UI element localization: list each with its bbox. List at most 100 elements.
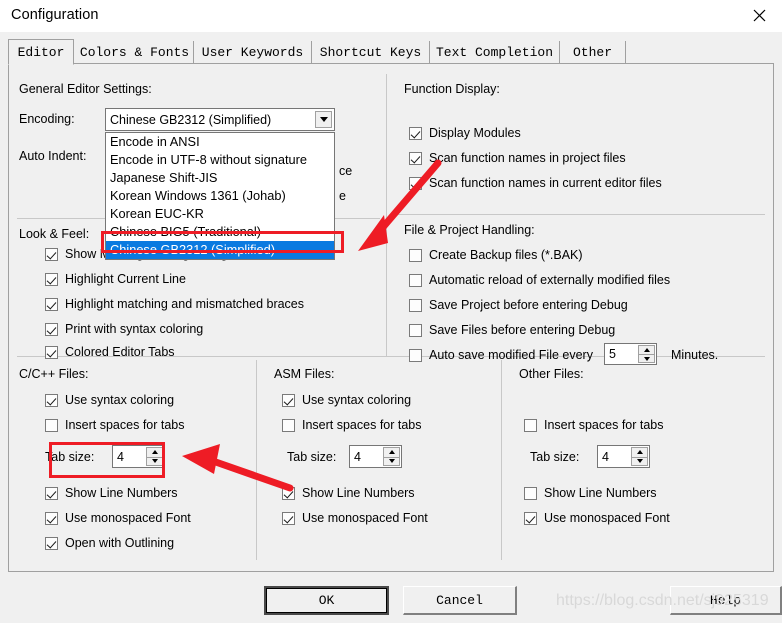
chevron-down-icon[interactable]: [315, 111, 332, 128]
checkbox-row-save-files-before-debug[interactable]: Save Files before entering Debug: [409, 323, 615, 337]
stepper-down-icon[interactable]: [383, 456, 400, 466]
checkbox-row-cpp-use-monospaced-font[interactable]: Use monospaced Font: [45, 511, 191, 525]
autosave-minutes-value[interactable]: 5: [605, 344, 638, 364]
checkbox-icon[interactable]: [409, 126, 422, 140]
checkbox-icon[interactable]: [409, 348, 422, 362]
asm-tab-size-value[interactable]: 4: [350, 446, 383, 467]
stepper-up-icon[interactable]: [146, 447, 163, 457]
checkbox-icon[interactable]: [282, 418, 295, 432]
checkbox-row-automatic-reload[interactable]: Automatic reload of externally modified …: [409, 273, 670, 287]
checkbox-label: Use syntax coloring: [302, 393, 412, 407]
checkbox-row-other-show-line-numbers[interactable]: Show Line Numbers: [524, 486, 657, 500]
checkbox-icon[interactable]: [45, 247, 58, 261]
checkbox-icon[interactable]: [45, 511, 58, 525]
checkbox-row-cpp-use-syntax-coloring[interactable]: Use syntax coloring: [45, 393, 174, 407]
dropdown-item-5[interactable]: Chinese BIG5 (Traditional): [106, 223, 334, 241]
watermark-text: https://blog.csdn.net/sj925319: [556, 592, 769, 609]
checkbox-icon[interactable]: [45, 536, 58, 550]
stepper-up-icon[interactable]: [631, 447, 648, 457]
checkbox-row-create-backup-files[interactable]: Create Backup files (*.BAK): [409, 248, 583, 262]
checkbox-row-cpp-insert-spaces-for-tabs[interactable]: Insert spaces for tabs: [45, 418, 185, 432]
checkbox-label: Insert spaces for tabs: [302, 418, 422, 432]
checkbox-label: Insert spaces for tabs: [544, 418, 664, 432]
cpp-tab-size-stepper[interactable]: 4: [112, 445, 165, 468]
tab-shortcut-keys[interactable]: Shortcut Keys: [312, 41, 430, 64]
checkbox-row-highlight-braces[interactable]: Highlight matching and mismatched braces: [45, 297, 304, 311]
title-bar: Configuration: [0, 0, 782, 33]
checkbox-label: Use monospaced Font: [302, 511, 428, 525]
dropdown-item-3[interactable]: Korean Windows 1361 (Johab): [106, 187, 334, 205]
cpp-tab-size-value[interactable]: 4: [113, 446, 146, 467]
checkbox-label: Show Line Numbers: [302, 486, 415, 500]
stepper-down-icon[interactable]: [631, 456, 648, 466]
checkbox-icon[interactable]: [282, 511, 295, 525]
checkbox-label: Show Line Numbers: [65, 486, 178, 500]
encoding-dropdown-list[interactable]: Encode in ANSI Encode in UTF-8 without s…: [105, 132, 335, 260]
dropdown-item-1[interactable]: Encode in UTF-8 without signature: [106, 151, 334, 169]
asm-tab-size-stepper[interactable]: 4: [349, 445, 402, 468]
checkbox-row-other-insert-spaces-for-tabs[interactable]: Insert spaces for tabs: [524, 418, 664, 432]
cpp-files-label: C/C++ Files:: [19, 367, 89, 381]
checkbox-row-save-project-before-debug[interactable]: Save Project before entering Debug: [409, 298, 628, 312]
checkbox-row-print-syntax-coloring[interactable]: Print with syntax coloring: [45, 322, 203, 336]
configuration-dialog: Configuration Editor Colors & Fonts User…: [0, 0, 782, 623]
ok-button[interactable]: OK: [264, 586, 389, 615]
checkbox-icon[interactable]: [409, 273, 422, 287]
tab-text-completion[interactable]: Text Completion: [430, 41, 560, 64]
checkbox-icon[interactable]: [45, 393, 58, 407]
checkbox-row-asm-insert-spaces-for-tabs[interactable]: Insert spaces for tabs: [282, 418, 422, 432]
checkbox-icon[interactable]: [45, 345, 58, 359]
checkbox-icon[interactable]: [45, 322, 58, 336]
checkbox-icon[interactable]: [524, 418, 537, 432]
other-tab-size-value[interactable]: 4: [598, 446, 631, 467]
stepper-down-icon[interactable]: [638, 354, 655, 363]
vertical-divider-cpp-asm: [256, 360, 257, 560]
checkbox-row-other-use-monospaced-font[interactable]: Use monospaced Font: [524, 511, 670, 525]
checkbox-icon[interactable]: [409, 248, 422, 262]
editor-settings-panel: General Editor Settings: Encoding: Auto …: [8, 63, 774, 572]
tab-colors-fonts[interactable]: Colors & Fonts: [76, 41, 194, 64]
checkbox-icon[interactable]: [409, 323, 422, 337]
checkbox-row-asm-use-monospaced-font[interactable]: Use monospaced Font: [282, 511, 428, 525]
checkbox-row-cpp-open-with-outlining[interactable]: Open with Outlining: [45, 536, 174, 550]
checkbox-icon[interactable]: [45, 418, 58, 432]
dropdown-item-6-selected[interactable]: Chinese GB2312 (Simplified): [106, 241, 334, 259]
checkbox-icon[interactable]: [409, 151, 422, 165]
checkbox-icon[interactable]: [45, 486, 58, 500]
dropdown-item-4[interactable]: Korean EUC-KR: [106, 205, 334, 223]
triangle-up-glyph: [636, 450, 643, 455]
dropdown-item-2[interactable]: Japanese Shift-JIS: [106, 169, 334, 187]
tab-user-keywords[interactable]: User Keywords: [194, 41, 312, 64]
checkbox-icon[interactable]: [45, 297, 58, 311]
checkbox-icon[interactable]: [45, 272, 58, 286]
checkbox-row-asm-show-line-numbers[interactable]: Show Line Numbers: [282, 486, 415, 500]
other-tab-size-stepper[interactable]: 4: [597, 445, 650, 468]
checkbox-icon[interactable]: [409, 298, 422, 312]
stepper-up-icon[interactable]: [383, 447, 400, 457]
encoding-combobox-value: Chinese GB2312 (Simplified): [110, 112, 272, 127]
checkbox-row-display-modules[interactable]: Display Modules: [409, 126, 521, 140]
checkbox-label: Scan function names in project files: [429, 151, 626, 165]
checkbox-row-asm-use-syntax-coloring[interactable]: Use syntax coloring: [282, 393, 411, 407]
checkbox-row-cpp-show-line-numbers[interactable]: Show Line Numbers: [45, 486, 178, 500]
tab-other[interactable]: Other: [560, 41, 626, 64]
checkbox-row-scan-project-files[interactable]: Scan function names in project files: [409, 151, 626, 165]
checkbox-icon[interactable]: [524, 511, 537, 525]
close-icon[interactable]: [736, 0, 782, 31]
checkbox-row-auto-save-modified-file[interactable]: Auto save modified File every: [409, 348, 593, 362]
tab-editor[interactable]: Editor: [8, 39, 74, 65]
checkbox-icon[interactable]: [282, 393, 295, 407]
checkbox-row-colored-editor-tabs[interactable]: Colored Editor Tabs: [45, 345, 175, 359]
cancel-button[interactable]: Cancel: [403, 586, 517, 615]
encoding-combobox[interactable]: Chinese GB2312 (Simplified): [105, 108, 335, 131]
checkbox-row-scan-current-editor-files[interactable]: Scan function names in current editor fi…: [409, 176, 662, 190]
stepper-down-icon[interactable]: [146, 456, 163, 466]
general-editor-settings-label: General Editor Settings:: [19, 82, 152, 96]
checkbox-icon[interactable]: [524, 486, 537, 500]
autosave-minutes-stepper[interactable]: 5: [604, 343, 657, 365]
checkbox-row-highlight-current-line[interactable]: Highlight Current Line: [45, 272, 186, 286]
stepper-up-icon[interactable]: [638, 345, 655, 354]
dropdown-item-0[interactable]: Encode in ANSI: [106, 133, 334, 151]
checkbox-icon[interactable]: [282, 486, 295, 500]
checkbox-icon[interactable]: [409, 176, 422, 190]
